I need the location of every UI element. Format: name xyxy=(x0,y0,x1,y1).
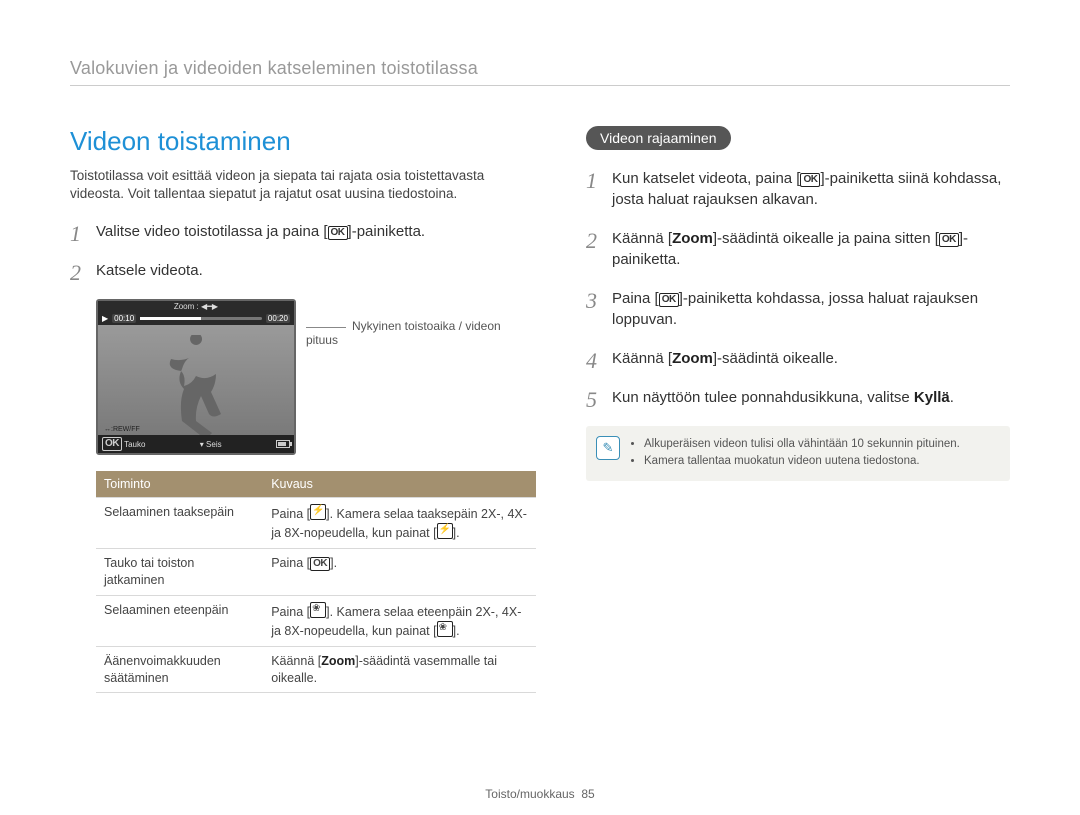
stop-label: Seis xyxy=(206,440,222,449)
flash-icon xyxy=(310,504,326,520)
step-number: 5 xyxy=(586,385,597,416)
flash-icon xyxy=(437,523,453,539)
video-preview-block: Zoom : ◀━▶ ▶ 00:10 00:20 ↔:REW/FF xyxy=(96,299,536,455)
right-column: Videon rajaaminen 1 Kun katselet videota… xyxy=(586,126,1010,693)
time-total: 00:20 xyxy=(266,314,290,323)
leader-line xyxy=(306,327,346,328)
step-2: 2 Katsele videota. xyxy=(70,260,536,281)
battery-icon xyxy=(276,440,290,448)
ok-icon: OK xyxy=(939,233,959,247)
ok-icon: OK xyxy=(310,557,330,571)
note-item: Alkuperäisen videon tulisi olla vähintää… xyxy=(644,436,998,453)
cell-action: Selaaminen eteenpäin xyxy=(96,595,263,646)
manual-page: Valokuvien ja videoiden katseleminen toi… xyxy=(0,0,1080,815)
section-intro: Toistotilassa voit esittää videon ja sie… xyxy=(70,167,536,203)
subsection-pill: Videon rajaaminen xyxy=(586,126,731,150)
step-text-pre: Valitse video toistotilassa ja paina [ xyxy=(96,223,328,240)
step-1: 1 Valitse video toistotilassa ja paina [… xyxy=(70,221,536,242)
cell-desc: Paina [OK]. xyxy=(263,549,536,596)
video-body: ↔:REW/FF xyxy=(98,325,294,435)
pause-label: Tauko xyxy=(124,440,145,449)
video-zoom-label: Zoom : ◀━▶ xyxy=(98,301,294,312)
left-steps: 1 Valitse video toistotilassa ja paina [… xyxy=(70,221,536,281)
note-item: Kamera tallentaa muokatun videon uutena … xyxy=(644,453,998,470)
footer-page-number: 85 xyxy=(581,787,594,801)
function-table: Toiminto Kuvaus Selaaminen taaksepäin Pa… xyxy=(96,471,536,693)
step-1: 1 Kun katselet videota, paina [OK]-paini… xyxy=(586,168,1010,210)
note-box: ✎ Alkuperäisen videon tulisi olla vähint… xyxy=(586,426,1010,481)
step-4: 4 Käännä [Zoom]-säädintä oikealle. xyxy=(586,348,1010,369)
cell-desc: Käännä [Zoom]-säädintä vasemmalle tai oi… xyxy=(263,646,536,693)
left-column: Videon toistaminen Toistotilassa voit es… xyxy=(70,126,536,693)
step-number: 2 xyxy=(70,258,81,289)
footer-section: Toisto/muokkaus xyxy=(485,787,574,801)
table-row: Selaaminen taaksepäin Paina []. Kamera s… xyxy=(96,498,536,549)
rewff-label: ↔:REW/FF xyxy=(104,426,140,433)
page-header: Valokuvien ja videoiden katseleminen toi… xyxy=(70,58,1010,86)
dancer-silhouette-icon xyxy=(136,335,256,435)
page-footer: Toisto/muokkaus 85 xyxy=(0,787,1080,801)
right-steps: 1 Kun katselet videota, paina [OK]-paini… xyxy=(586,168,1010,408)
ok-icon: OK xyxy=(800,173,820,187)
step-number: 1 xyxy=(70,219,81,250)
video-bottombar: OK Tauko ▾ Seis xyxy=(98,435,294,453)
table-header: Toiminto xyxy=(96,471,263,498)
macro-icon xyxy=(310,602,326,618)
play-icon: ▶ xyxy=(102,314,108,323)
step-number: 3 xyxy=(586,286,597,317)
step-5: 5 Kun näyttöön tulee ponnahdusikkuna, va… xyxy=(586,387,1010,408)
cell-action: Tauko tai toiston jatkaminen xyxy=(96,549,263,596)
step-text-post: ]-painiketta. xyxy=(348,223,426,240)
table-row: Selaaminen eteenpäin Paina []. Kamera se… xyxy=(96,595,536,646)
cell-desc: Paina []. Kamera selaa eteenpäin 2X-, 4X… xyxy=(263,595,536,646)
table-header: Kuvaus xyxy=(263,471,536,498)
step-number: 2 xyxy=(586,226,597,257)
table-row: Äänenvoimakkuuden säätäminen Käännä [Zoo… xyxy=(96,646,536,693)
step-3: 3 Paina [OK]-painiketta kohdassa, jossa … xyxy=(586,288,1010,330)
step-number: 1 xyxy=(586,166,597,197)
video-frame: Zoom : ◀━▶ ▶ 00:10 00:20 ↔:REW/FF xyxy=(96,299,296,455)
ok-icon: OK xyxy=(102,437,122,451)
cell-desc: Paina []. Kamera selaa taaksepäin 2X-, 4… xyxy=(263,498,536,549)
note-icon: ✎ xyxy=(596,436,620,460)
macro-icon xyxy=(437,621,453,637)
time-current: 00:10 xyxy=(112,314,136,323)
time-callout: Nykyinen toistoaika / videon pituus xyxy=(306,319,536,347)
step-number: 4 xyxy=(586,346,597,377)
two-column-layout: Videon toistaminen Toistotilassa voit es… xyxy=(70,126,1010,693)
ok-icon: OK xyxy=(328,226,348,240)
section-title: Videon toistaminen xyxy=(70,126,536,157)
step-text: Katsele videota. xyxy=(96,262,203,279)
ok-icon: OK xyxy=(659,293,679,307)
step-2: 2 Käännä [Zoom]-säädintä oikealle ja pai… xyxy=(586,228,1010,270)
video-timebar: ▶ 00:10 00:20 xyxy=(98,312,294,325)
down-icon: ▾ xyxy=(200,440,204,449)
cell-action: Äänenvoimakkuuden säätäminen xyxy=(96,646,263,693)
cell-action: Selaaminen taaksepäin xyxy=(96,498,263,549)
progress-track xyxy=(140,317,262,320)
table-row: Tauko tai toiston jatkaminen Paina [OK]. xyxy=(96,549,536,596)
